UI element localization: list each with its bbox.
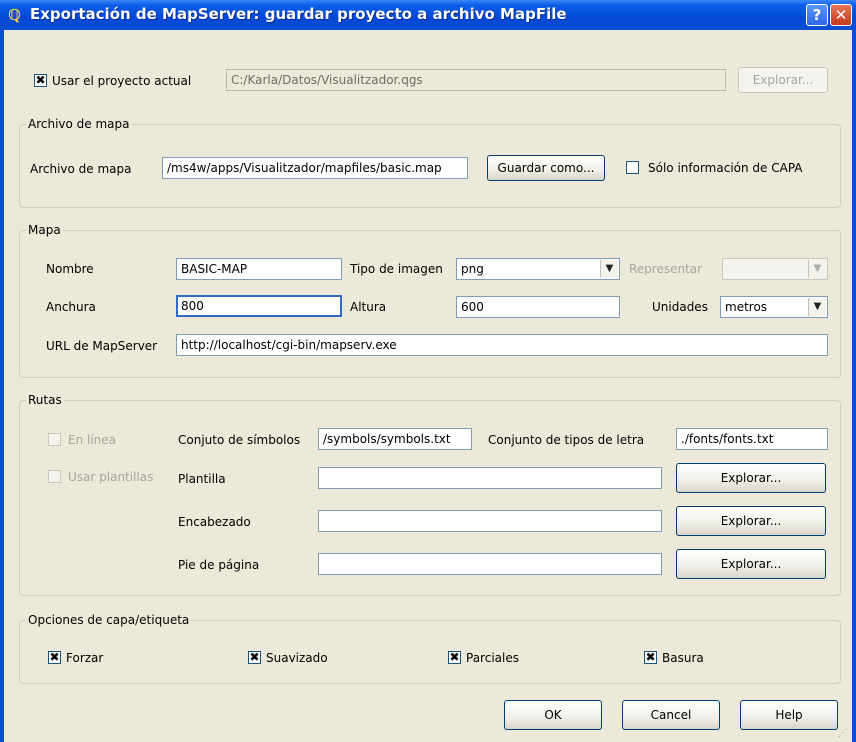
mapserver-url-label: URL de MapServer <box>46 339 158 353</box>
template-label: Plantilla <box>178 472 226 486</box>
trash-checkbox[interactable]: ✖ <box>644 651 657 664</box>
fonts-label: Conjunto de tipos de letra <box>488 433 645 447</box>
height-label: Altura <box>350 300 387 314</box>
options-group: Opciones de capa/etiqueta <box>19 613 841 684</box>
force-checkbox[interactable]: ✖ <box>48 651 61 664</box>
template-input[interactable] <box>318 467 662 489</box>
only-layer-info-label: Sólo información de CAPA <box>648 161 803 175</box>
units-select[interactable]: metros ▼ <box>720 296 828 318</box>
chevron-down-icon: ▼ <box>808 260 826 278</box>
antialias-label: Suavizado <box>266 651 328 665</box>
ok-button[interactable]: OK <box>504 700 602 730</box>
help-title-button[interactable]: ? <box>806 4 828 26</box>
help-button[interactable]: Help <box>740 700 838 730</box>
dialog-body: ✖ Usar el proyecto actual C:/Karla/Datos… <box>4 30 852 742</box>
name-label: Nombre <box>46 262 94 276</box>
dialog-window: ℚ Exportación de MapServer: guardar proy… <box>0 0 856 742</box>
window-title: Exportación de MapServer: guardar proyec… <box>30 5 567 23</box>
name-input[interactable]: BASIC-MAP <box>176 258 342 280</box>
partials-checkbox[interactable]: ✖ <box>448 651 461 664</box>
footer-input[interactable] <box>318 553 662 575</box>
mapserver-url-input[interactable]: http://localhost/cgi-bin/mapserv.exe <box>176 334 828 356</box>
image-type-value: png <box>461 262 484 276</box>
only-layer-info-checkbox[interactable] <box>626 161 639 174</box>
template-browse-button[interactable]: Explorar... <box>676 463 826 493</box>
height-input[interactable]: 600 <box>456 296 620 318</box>
units-label: Unidades <box>652 300 708 314</box>
cancel-button[interactable]: Cancel <box>622 700 720 730</box>
mapfile-path-input[interactable]: /ms4w/apps/Visualitzador/mapfiles/basic.… <box>162 157 468 179</box>
header-browse-button[interactable]: Explorar... <box>676 506 826 536</box>
antialias-checkbox[interactable]: ✖ <box>248 651 261 664</box>
render-label: Representar <box>629 262 703 276</box>
mapfile-group-title: Archivo de mapa <box>26 117 132 131</box>
units-value: metros <box>725 300 768 314</box>
image-type-select[interactable]: png ▼ <box>456 258 620 280</box>
width-input[interactable]: 800 <box>176 295 342 317</box>
symbols-label: Conjuto de símbolos <box>178 433 301 447</box>
chevron-down-icon[interactable]: ▼ <box>808 298 826 316</box>
trash-label: Basura <box>662 651 704 665</box>
use-templates-checkbox <box>48 470 61 483</box>
close-button[interactable]: ✕ <box>830 4 852 26</box>
qgis-app-icon: ℚ <box>8 6 21 24</box>
use-current-project-label: Usar el proyecto actual <box>52 74 192 88</box>
footer-browse-button[interactable]: Explorar... <box>676 549 826 579</box>
project-path-field: C:/Karla/Datos/Visualitzador.qgs <box>226 69 726 91</box>
options-group-title: Opciones de capa/etiqueta <box>26 613 192 627</box>
map-group-title: Mapa <box>26 223 63 237</box>
chevron-down-icon[interactable]: ▼ <box>600 260 618 278</box>
use-templates-label: Usar plantillas <box>68 470 154 484</box>
width-label: Anchura <box>46 300 96 314</box>
symbols-input[interactable]: /symbols/symbols.txt <box>318 428 472 450</box>
partials-label: Parciales <box>466 651 519 665</box>
online-label: En línea <box>68 433 117 447</box>
save-as-button[interactable]: Guardar como... <box>487 155 605 181</box>
footer-label: Pie de página <box>178 558 260 572</box>
use-current-project-checkbox[interactable]: ✖ <box>34 74 47 87</box>
project-browse-button: Explorar... <box>738 67 828 93</box>
resize-grip-icon[interactable]: ⋰ <box>838 728 850 740</box>
image-type-label: Tipo de imagen <box>350 262 443 276</box>
render-select: ▼ <box>722 258 828 280</box>
fonts-input[interactable]: ./fonts/fonts.txt <box>676 428 828 450</box>
header-input[interactable] <box>318 510 662 532</box>
title-bar[interactable]: ℚ Exportación de MapServer: guardar proy… <box>0 0 856 30</box>
mapfile-label: Archivo de mapa <box>30 162 132 176</box>
force-label: Forzar <box>66 651 104 665</box>
paths-group-title: Rutas <box>26 393 64 407</box>
header-label: Encabezado <box>178 515 251 529</box>
online-checkbox <box>48 433 61 446</box>
